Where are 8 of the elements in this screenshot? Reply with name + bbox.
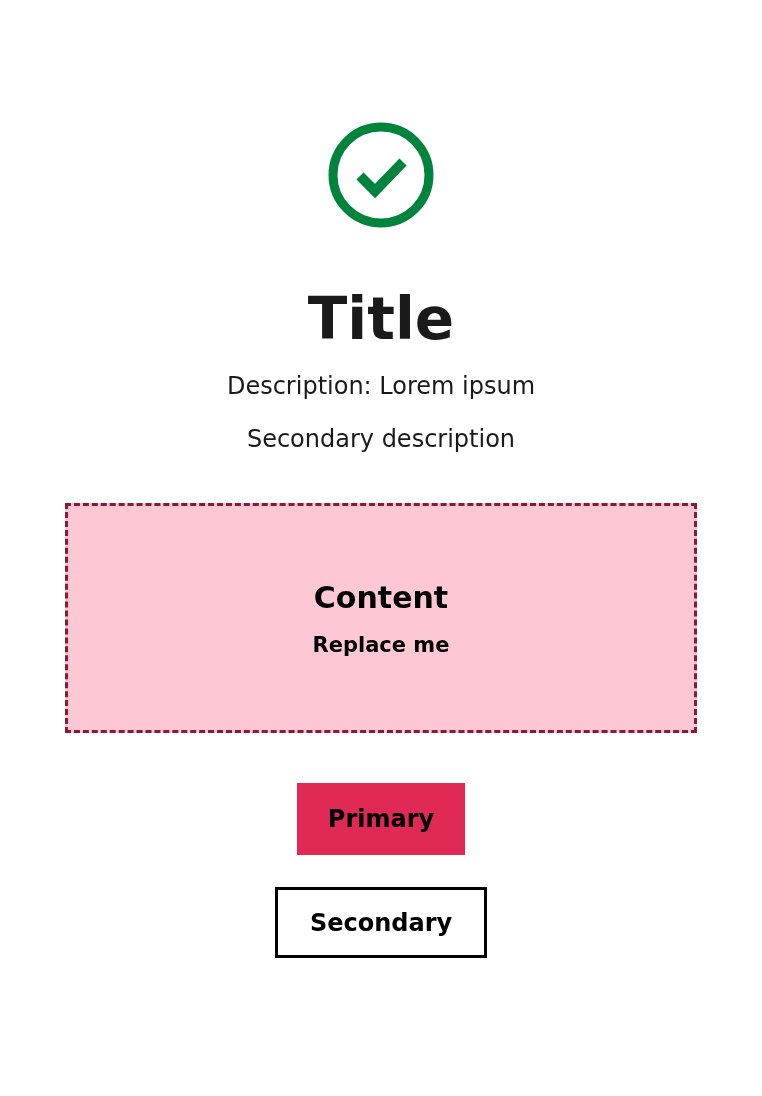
primary-button[interactable]: Primary (297, 783, 465, 856)
check-circle-icon (328, 122, 434, 228)
secondary-button[interactable]: Secondary (275, 887, 487, 959)
content-subheading: Replace me (312, 632, 450, 660)
title: Title (307, 288, 455, 352)
description: Description: Lorem ipsum (226, 371, 536, 401)
secondary-description: Secondary description (246, 424, 516, 454)
content-heading: Content (313, 579, 449, 618)
